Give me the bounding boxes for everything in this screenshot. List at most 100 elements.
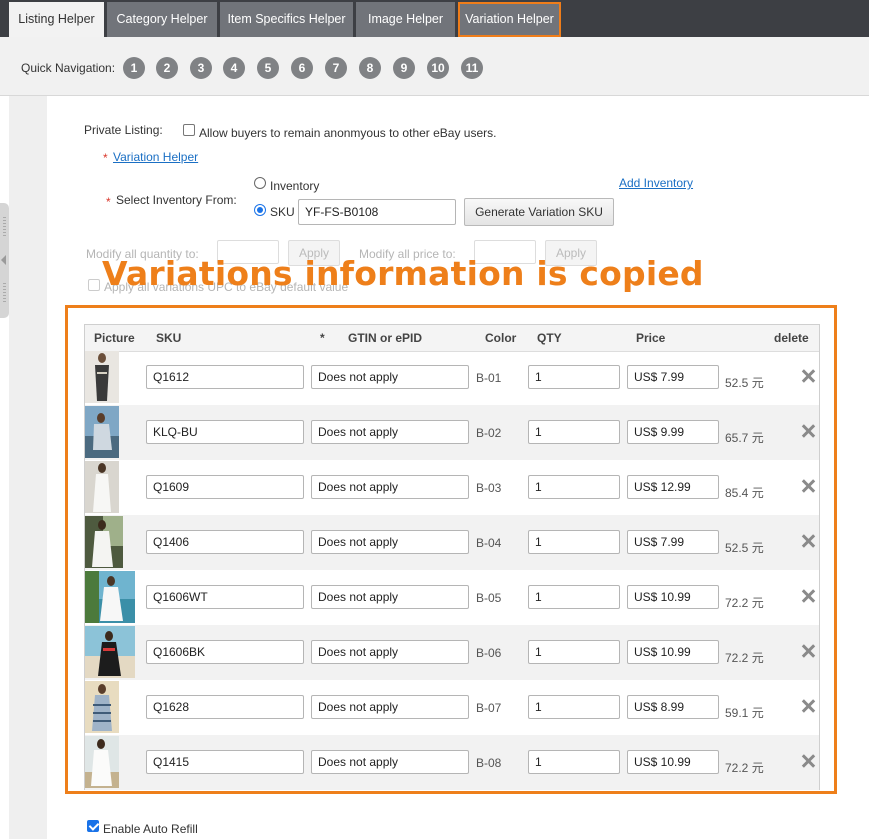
qty-field[interactable]: 1 [528, 695, 620, 719]
required-asterisk: * [103, 151, 108, 165]
enable-auto-refill-checkbox[interactable] [87, 820, 99, 832]
delete-icon[interactable] [799, 477, 817, 495]
gtin-field[interactable]: Does not apply [311, 695, 469, 719]
color-value: B-08 [476, 756, 502, 770]
sku-option-label: SKU [270, 205, 295, 219]
price-field[interactable]: US$ 10.99 [627, 585, 719, 609]
gtin-field[interactable]: Does not apply [311, 640, 469, 664]
required-asterisk: * [320, 331, 325, 345]
private-listing-checkbox-label: Allow buyers to remain anonmyous to othe… [199, 126, 497, 140]
qty-field[interactable]: 1 [528, 420, 620, 444]
delete-icon[interactable] [799, 532, 817, 550]
table-header: Picture SKU * GTIN or ePID Color QTY Pri… [85, 325, 819, 352]
collapse-arrow-icon [1, 255, 6, 265]
price-field[interactable]: US$ 10.99 [627, 750, 719, 774]
product-thumbnail[interactable] [85, 406, 119, 458]
sku-radio[interactable] [254, 204, 266, 216]
product-thumbnail[interactable] [85, 571, 135, 623]
header-delete: delete [774, 331, 809, 345]
quick-nav-10[interactable]: 10 [427, 57, 449, 79]
cny-price: 85.4 元 [725, 486, 764, 500]
private-listing-checkbox[interactable] [183, 124, 195, 136]
cny-price: 72.2 元 [725, 596, 764, 610]
tab-category-helper[interactable]: Category Helper [107, 2, 217, 37]
price-field[interactable]: US$ 7.99 [627, 365, 719, 389]
qty-field[interactable]: 1 [528, 365, 620, 389]
price-field[interactable]: US$ 12.99 [627, 475, 719, 499]
quick-nav-8[interactable]: 8 [359, 57, 381, 79]
add-inventory-link[interactable]: Add Inventory [619, 176, 693, 190]
quick-nav-7[interactable]: 7 [325, 57, 347, 79]
quick-nav-3[interactable]: 3 [190, 57, 212, 79]
tab-item-specifics-helper[interactable]: Item Specifics Helper [220, 2, 353, 37]
apply-all-upc-checkbox[interactable] [88, 279, 100, 291]
quick-nav-6[interactable]: 6 [291, 57, 313, 79]
gtin-field[interactable]: Does not apply [311, 475, 469, 499]
sku-input[interactable]: YF-FS-B0108 [298, 199, 456, 225]
grip-icon [3, 217, 6, 237]
qty-field[interactable]: 1 [528, 585, 620, 609]
table-row: KLQ-BU Does not apply B-02 1 US$ 9.99 65… [85, 405, 819, 460]
inventory-radio[interactable] [254, 177, 266, 189]
private-listing-label: Private Listing: [84, 123, 163, 137]
price-field[interactable]: US$ 10.99 [627, 640, 719, 664]
header-sku: SKU [156, 331, 182, 345]
qty-field[interactable]: 1 [528, 750, 620, 774]
tab-listing-helper[interactable]: Listing Helper [9, 2, 104, 37]
quick-nav-1[interactable]: 1 [123, 57, 145, 79]
enable-auto-refill-label: Enable Auto Refill [103, 822, 198, 836]
color-value: B-05 [476, 591, 502, 605]
sku-field[interactable]: Q1609 [146, 475, 304, 499]
gtin-field[interactable]: Does not apply [311, 585, 469, 609]
gtin-field[interactable]: Does not apply [311, 750, 469, 774]
quick-nav-9[interactable]: 9 [393, 57, 415, 79]
table-row: Q1606BK Does not apply B-06 1 US$ 10.99 … [85, 625, 819, 680]
qty-field[interactable]: 1 [528, 475, 620, 499]
product-thumbnail[interactable] [85, 351, 119, 403]
delete-icon[interactable] [799, 587, 817, 605]
quick-nav-11[interactable]: 11 [461, 57, 483, 79]
quick-navigation-label: Quick Navigation: [21, 61, 116, 75]
tab-variation-helper[interactable]: Variation Helper [458, 2, 561, 37]
gtin-field[interactable]: Does not apply [311, 530, 469, 554]
delete-icon[interactable] [799, 422, 817, 440]
gtin-field[interactable]: Does not apply [311, 420, 469, 444]
product-thumbnail[interactable] [85, 516, 123, 568]
header-color: Color [485, 331, 517, 345]
gtin-field[interactable]: Does not apply [311, 365, 469, 389]
cny-price: 72.2 元 [725, 761, 764, 775]
left-gutter [9, 96, 47, 839]
sku-field[interactable]: Q1415 [146, 750, 304, 774]
quick-nav-2[interactable]: 2 [156, 57, 178, 79]
quick-nav-5[interactable]: 5 [257, 57, 279, 79]
delete-icon[interactable] [799, 642, 817, 660]
sku-field[interactable]: Q1612 [146, 365, 304, 389]
table-row: Q1606WT Does not apply B-05 1 US$ 10.99 … [85, 570, 819, 625]
sku-field[interactable]: KLQ-BU [146, 420, 304, 444]
sku-field[interactable]: Q1606WT [146, 585, 304, 609]
price-field[interactable]: US$ 8.99 [627, 695, 719, 719]
product-thumbnail[interactable] [85, 736, 119, 788]
sku-field[interactable]: Q1606BK [146, 640, 304, 664]
product-thumbnail[interactable] [85, 626, 135, 678]
grip-icon [3, 283, 6, 303]
quick-nav-4[interactable]: 4 [223, 57, 245, 79]
generate-variation-sku-button[interactable]: Generate Variation SKU [464, 198, 614, 226]
panel-drag-handle[interactable] [0, 203, 9, 318]
price-field[interactable]: US$ 7.99 [627, 530, 719, 554]
table-row: Q1609 Does not apply B-03 1 US$ 12.99 85… [85, 460, 819, 515]
qty-field[interactable]: 1 [528, 530, 620, 554]
price-field[interactable]: US$ 9.99 [627, 420, 719, 444]
product-thumbnail[interactable] [85, 461, 119, 513]
product-thumbnail[interactable] [85, 681, 119, 733]
variation-helper-link[interactable]: Variation Helper [113, 150, 198, 164]
tab-image-helper[interactable]: Image Helper [356, 2, 455, 37]
delete-icon[interactable] [799, 752, 817, 770]
qty-field[interactable]: 1 [528, 640, 620, 664]
delete-icon[interactable] [799, 697, 817, 715]
delete-icon[interactable] [799, 367, 817, 385]
table-row: Q1628 Does not apply B-07 1 US$ 8.99 59.… [85, 680, 819, 735]
sku-field[interactable]: Q1628 [146, 695, 304, 719]
variations-table: Picture SKU * GTIN or ePID Color QTY Pri… [84, 324, 820, 790]
sku-field[interactable]: Q1406 [146, 530, 304, 554]
